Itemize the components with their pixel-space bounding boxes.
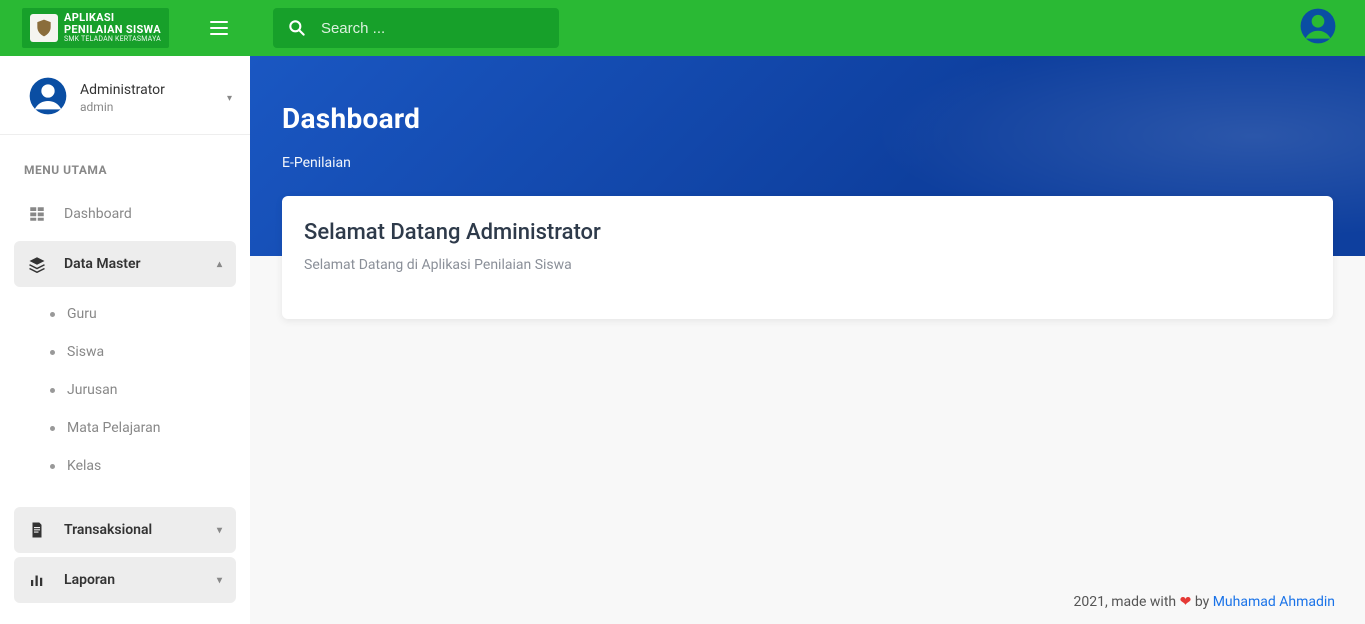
submenu-label: Jurusan (67, 382, 117, 398)
page-title: Dashboard (282, 102, 1333, 135)
submenu-item-kelas[interactable]: Kelas (0, 447, 250, 485)
card-body: Selamat Datang di Aplikasi Penilaian Sis… (304, 257, 1311, 273)
bullet-icon (50, 388, 55, 393)
submenu-label: Siswa (67, 344, 104, 360)
user-name: Administrator (80, 82, 215, 98)
user-circle-icon (1299, 7, 1337, 45)
search-box[interactable] (273, 8, 559, 48)
submenu-label: Kelas (67, 458, 101, 474)
bullet-icon (50, 312, 55, 317)
bullet-icon (50, 350, 55, 355)
sidebar-toggle[interactable] (207, 16, 231, 40)
chevron-down-icon: ▾ (227, 93, 232, 104)
sidebar-item-label: Data Master (64, 256, 199, 272)
chevron-down-icon: ▾ (217, 575, 222, 586)
submenu-item-guru[interactable]: Guru (0, 295, 250, 333)
sidebar-item-laporan[interactable]: Laporan ▾ (14, 557, 236, 603)
brand-logo[interactable]: APLIKASI PENILAIAN SISWA SMK TELADAN KER… (22, 8, 169, 48)
footer-madewith: , made with (1105, 594, 1180, 610)
chevron-up-icon: ▴ (217, 259, 222, 270)
search-input[interactable] (321, 20, 545, 37)
welcome-card: Selamat Datang Administrator Selamat Dat… (282, 196, 1333, 319)
user-circle-icon (28, 76, 68, 116)
layers-icon (28, 255, 46, 273)
data-master-submenu: Guru Siswa Jurusan Mata Pelajaran Kelas (0, 291, 250, 503)
grid-icon (28, 205, 46, 223)
search-icon (287, 18, 307, 38)
brand-text: APLIKASI PENILAIAN SISWA SMK TELADAN KER… (64, 12, 161, 44)
submenu-label: Mata Pelajaran (67, 420, 160, 436)
breadcrumb[interactable]: E-Penilaian (282, 155, 1333, 171)
submenu-item-jurusan[interactable]: Jurusan (0, 371, 250, 409)
submenu-label: Guru (67, 306, 97, 322)
sidebar-item-data-master[interactable]: Data Master ▴ (14, 241, 236, 287)
brand-line3: SMK TELADAN KERTASMAYA (64, 36, 161, 44)
sidebar-user-row[interactable]: Administrator admin ▾ (0, 70, 250, 135)
avatar (28, 76, 68, 120)
shield-icon (34, 18, 54, 38)
menu-section-title: MENU UTAMA (0, 139, 250, 187)
sidebar-item-label: Laporan (64, 572, 199, 588)
chart-icon (28, 571, 46, 589)
footer: 2021, made with ❤ by Muhamad Ahmadin (1074, 594, 1335, 610)
bullet-icon (50, 426, 55, 431)
document-icon (28, 521, 46, 539)
card-title: Selamat Datang Administrator (304, 220, 1311, 245)
user-menu-button[interactable] (1299, 7, 1337, 49)
heart-icon: ❤ (1180, 594, 1192, 610)
chevron-down-icon: ▾ (217, 525, 222, 536)
user-role: admin (80, 100, 215, 114)
hamburger-icon (207, 16, 231, 40)
main-content: Dashboard E-Penilaian (250, 56, 1365, 624)
sidebar-item-transaksional[interactable]: Transaksional ▾ (14, 507, 236, 553)
footer-author-link[interactable]: Muhamad Ahmadin (1213, 594, 1335, 610)
bullet-icon (50, 464, 55, 469)
sidebar: Administrator admin ▾ MENU UTAMA Dashboa… (0, 56, 250, 624)
footer-year: 2021 (1074, 594, 1105, 610)
footer-by: by (1191, 594, 1212, 610)
sidebar-item-label: Transaksional (64, 522, 199, 538)
sidebar-item-dashboard[interactable]: Dashboard (14, 191, 236, 237)
sidebar-item-label: Dashboard (64, 206, 222, 222)
submenu-item-mata-pelajaran[interactable]: Mata Pelajaran (0, 409, 250, 447)
topbar: APLIKASI PENILAIAN SISWA SMK TELADAN KER… (0, 0, 1365, 56)
brand-emblem (30, 14, 58, 42)
submenu-item-siswa[interactable]: Siswa (0, 333, 250, 371)
